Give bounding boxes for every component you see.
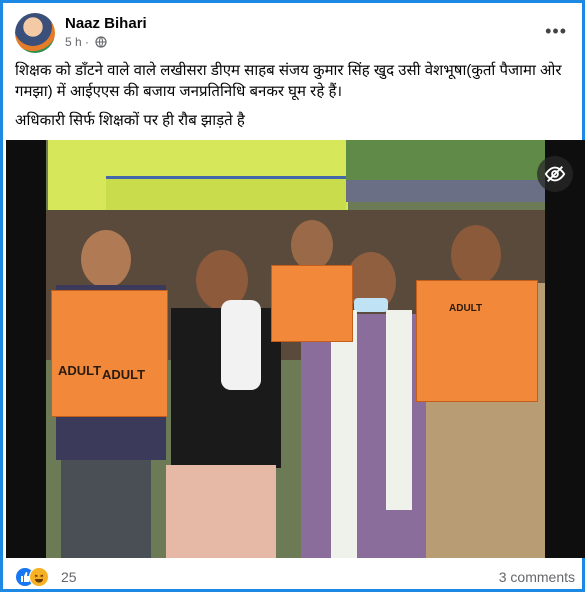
post-card: Naaz Bihari 5 h · ••• शिक्षक को डाँटने व… <box>0 0 585 592</box>
photo-vest-right: ADULT <box>416 280 538 402</box>
photo-vest-right-text: ADULT <box>449 303 483 314</box>
post-photo[interactable]: ADULT ADULT ADULT <box>6 140 585 558</box>
post-time[interactable]: 5 h <box>65 35 82 49</box>
post-text: शिक्षक को डाँटने वाले वाले लखीसरा डीएम स… <box>15 60 575 139</box>
photo-person-middle <box>266 210 356 342</box>
author-name[interactable]: Naaz Bihari <box>65 15 147 32</box>
photo-scene: ADULT ADULT ADULT <box>46 140 545 558</box>
post-text-line-2: अधिकारी सिर्फ शिक्षकों पर ही रौब झाड़ते … <box>15 112 245 129</box>
post-text-line-1: शिक्षक को डाँटने वाले वाले लखीसरा डीएम स… <box>15 62 562 100</box>
photo-roof <box>346 180 545 202</box>
photo-person-left: ADULT ADULT <box>46 230 176 558</box>
post-header: Naaz Bihari 5 h · ••• <box>15 13 575 55</box>
more-options-icon[interactable]: ••• <box>545 21 567 42</box>
photo-person-right: ADULT <box>406 225 545 558</box>
post-footer: 25 3 comments <box>15 565 575 589</box>
comments-count[interactable]: 3 comments <box>499 569 575 585</box>
photo-vest-left-text: ADULT <box>58 363 102 378</box>
meta-separator: · <box>85 35 90 49</box>
reaction-count[interactable]: 25 <box>61 569 77 585</box>
avatar[interactable] <box>15 13 55 53</box>
globe-icon <box>95 36 107 51</box>
reaction-icons[interactable] <box>15 567 55 587</box>
photo-vest-left: ADULT ADULT <box>51 290 168 417</box>
photo-vest-middle <box>271 265 353 342</box>
post-meta: 5 h · <box>65 35 107 51</box>
eye-slash-icon[interactable] <box>537 156 573 192</box>
haha-reaction-icon <box>29 567 49 587</box>
photo-vest-left-text-2: ADULT <box>102 367 146 382</box>
